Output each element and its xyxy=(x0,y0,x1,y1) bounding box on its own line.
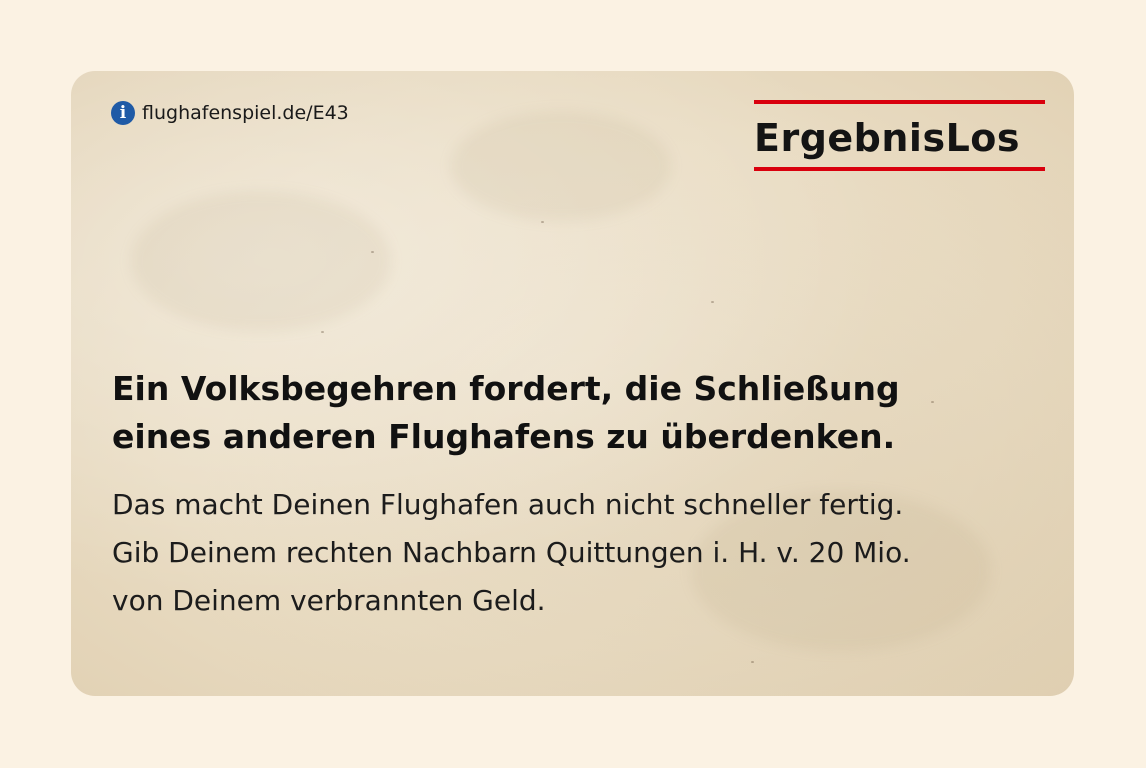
paper-stain xyxy=(131,191,391,331)
info-icon: i xyxy=(111,101,135,125)
body-line: von Deinem verbrannten Geld. xyxy=(112,584,546,617)
body-line: Das macht Deinen Flughafen auch nicht sc… xyxy=(112,488,904,521)
paper-stain xyxy=(451,111,671,221)
card-headline: Ein Volksbegehren fordert, die Schließun… xyxy=(112,365,1032,461)
paper-speck xyxy=(751,661,754,663)
headline-line: Ein Volksbegehren fordert, die Schließun… xyxy=(112,369,900,408)
website-link[interactable]: flughafenspiel.de/E43 xyxy=(142,102,349,124)
paper-speck xyxy=(321,331,324,333)
brand-title: ErgebnisLos xyxy=(754,116,1021,160)
card-body-text: Das macht Deinen Flughafen auch nicht sc… xyxy=(112,481,1032,625)
brand-bottom-rule xyxy=(754,167,1045,171)
paper-speck xyxy=(541,221,544,223)
brand-logo: ErgebnisLos xyxy=(754,100,1045,171)
paper-speck xyxy=(711,301,714,303)
body-line: Gib Deinem rechten Nachbarn Quittungen i… xyxy=(112,536,911,569)
paper-speck xyxy=(371,251,374,253)
info-link-row[interactable]: i flughafenspiel.de/E43 xyxy=(111,101,349,125)
headline-line: eines anderen Flughafens zu überdenken. xyxy=(112,417,896,456)
result-card: i flughafenspiel.de/E43 ErgebnisLos Ein … xyxy=(71,71,1074,696)
